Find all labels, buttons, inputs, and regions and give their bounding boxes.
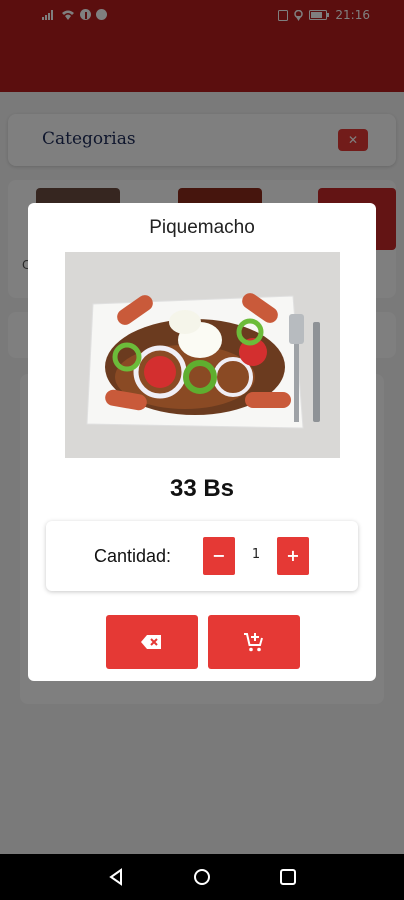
cart-add-icon bbox=[244, 633, 263, 652]
product-name: Piquemacho bbox=[149, 217, 255, 238]
recents-icon[interactable] bbox=[278, 867, 298, 887]
product-price: 33 Bs bbox=[169, 475, 235, 502]
add-to-cart-button[interactable] bbox=[208, 615, 300, 669]
backspace-icon bbox=[141, 635, 161, 649]
increment-button[interactable]: + bbox=[277, 537, 309, 575]
product-dialog: Piquemacho 33 Bs Cantidad: − 1 + bbox=[28, 203, 376, 681]
decrement-button[interactable]: − bbox=[203, 537, 235, 575]
quantity-selector: Cantidad: − 1 + bbox=[46, 521, 358, 591]
product-image bbox=[65, 252, 340, 458]
cancel-button[interactable] bbox=[106, 615, 198, 669]
system-navigation bbox=[0, 854, 404, 900]
home-system-icon[interactable] bbox=[192, 867, 212, 887]
quantity-label: Cantidad: bbox=[94, 546, 172, 566]
back-icon[interactable] bbox=[106, 867, 126, 887]
quantity-value: 1 bbox=[251, 547, 261, 562]
